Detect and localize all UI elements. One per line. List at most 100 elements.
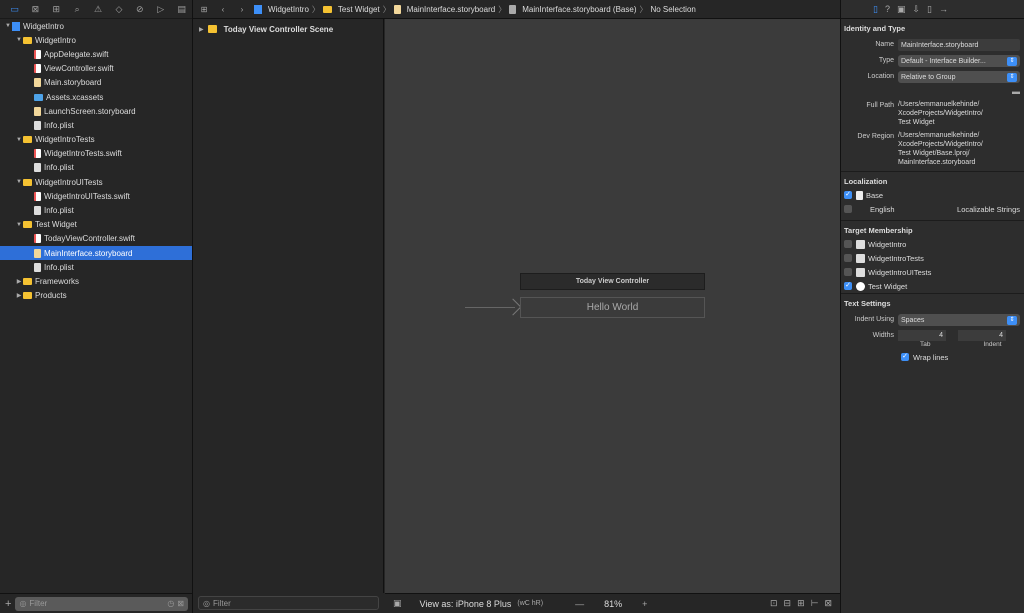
file-tree-item[interactable]: ViewController.swift — [0, 62, 192, 76]
breadcrumb-separator: 〉 — [498, 4, 507, 14]
test-icon[interactable]: ◇ — [108, 0, 129, 19]
swift-file-icon — [34, 49, 41, 59]
add-icon[interactable]: + — [5, 598, 11, 610]
view-as-label[interactable]: View as: iPhone 8 Plus — [420, 599, 512, 609]
file-tree-item[interactable]: ▼ WidgetIntroUITests — [0, 175, 192, 189]
location-popup[interactable]: Relative to Group ⇕ — [898, 71, 1020, 83]
align-icon[interactable]: ⊞ — [797, 598, 805, 609]
file-tree-item[interactable]: ▼ WidgetIntroTests — [0, 133, 192, 147]
forward-icon[interactable]: › — [235, 5, 249, 14]
wrap-lines-checkbox[interactable]: ✓ — [901, 353, 909, 361]
zoom-in-button[interactable]: + — [642, 599, 647, 609]
chevron-updown-icon: ⇕ — [1007, 315, 1017, 325]
recent-icon[interactable]: ◷ — [167, 599, 174, 608]
target-label: Test Widget — [868, 281, 908, 291]
scene-row[interactable]: ▶ Today View Controller Scene — [193, 19, 383, 39]
english-checkbox[interactable] — [844, 205, 852, 213]
indent-popup[interactable]: Spaces ⇕ — [898, 314, 1020, 326]
file-tree-item[interactable]: MainInterface.storyboard — [0, 246, 192, 261]
document-outline: ▶ Today View Controller Scene — [193, 19, 384, 593]
file-tree-item-label: Info.plist — [44, 206, 74, 216]
indent-caption: Indent — [983, 341, 1002, 348]
file-tree-item[interactable]: Info.plist — [0, 161, 192, 175]
disclosure-triangle-icon[interactable]: ▼ — [4, 23, 12, 29]
view-controller-title[interactable]: Today View Controller — [520, 273, 705, 290]
size-icon[interactable]: ▯ — [927, 4, 932, 15]
connections-icon[interactable]: → — [939, 4, 948, 14]
breadcrumb-file[interactable]: MainInterface.storyboard — [407, 5, 496, 14]
issue-icon[interactable]: ⚠ — [88, 0, 109, 19]
file-tree-item[interactable]: ▼ WidgetIntro — [0, 33, 192, 47]
storyboard-canvas[interactable]: Today View Controller Hello World — [385, 19, 840, 593]
debug-icon[interactable]: ⊘ — [129, 0, 150, 19]
attributes-icon[interactable]: ⇩ — [912, 4, 920, 15]
base-checkbox[interactable]: ✓ — [844, 191, 852, 199]
breadcrumb-localization[interactable]: MainInterface.storyboard (Base) — [522, 5, 636, 14]
target-checkbox[interactable]: ✓ — [844, 282, 852, 290]
disclosure-triangle-icon[interactable]: ▶ — [15, 278, 23, 285]
scm-filter-icon[interactable]: ⊠ — [177, 599, 184, 608]
loc-english-popup[interactable]: Localizable Strings — [957, 205, 1024, 214]
disclosure-triangle-icon[interactable]: ▼ — [15, 37, 23, 43]
disclosure-triangle-icon[interactable]: ▶ — [199, 26, 204, 33]
location-value: Relative to Group — [901, 73, 956, 81]
breakpoint-icon[interactable]: ▷ — [150, 0, 171, 19]
navigator-filter-input[interactable]: ◎ Filter ◷ ⊠ — [15, 596, 188, 611]
file-inspector-icon[interactable]: ▯ — [873, 4, 878, 15]
plist-file-icon — [34, 163, 41, 173]
folder-icon[interactable]: ▭ — [4, 0, 25, 19]
disclosure-triangle-icon[interactable]: ▶ — [15, 292, 23, 299]
target-checkbox[interactable] — [844, 268, 852, 276]
source-control-icon[interactable]: ⊠ — [25, 0, 46, 19]
file-tree-item[interactable]: ▼ Test Widget — [0, 218, 192, 232]
related-items-icon[interactable]: ⊞ — [197, 5, 211, 14]
file-tree-item[interactable]: ▼ WidgetIntro — [0, 19, 192, 33]
file-tree-item[interactable]: AppDelegate.swift — [0, 47, 192, 61]
file-tree-item[interactable]: ▶ Products — [0, 289, 192, 303]
file-tree-item[interactable]: WidgetIntroUITests.swift — [0, 189, 192, 203]
type-popup[interactable]: Default - Interface Builder... ⇕ — [898, 55, 1020, 67]
file-tree-item[interactable]: LaunchScreen.storyboard — [0, 104, 192, 118]
embed-icon[interactable]: ⊟ — [784, 598, 792, 609]
update-frames-icon[interactable]: ⊡ — [770, 598, 778, 609]
target-membership-row: WidgetIntroTests — [841, 251, 1024, 265]
name-field[interactable]: MainInterface.storyboard — [898, 39, 1020, 51]
file-tree-item[interactable]: Info.plist — [0, 260, 192, 274]
back-icon[interactable]: ‹ — [216, 5, 230, 14]
hello-world-label[interactable]: Hello World — [520, 297, 705, 318]
target-membership-row: WidgetIntro — [841, 237, 1024, 251]
symbol-icon[interactable]: ⊞ — [46, 0, 67, 19]
target-icon — [856, 253, 865, 263]
disclosure-triangle-icon[interactable]: ▼ — [15, 137, 23, 143]
zoom-out-button[interactable]: — — [575, 599, 584, 609]
wrap-lines-row: ✓ Wrap lines — [841, 350, 1024, 364]
toggle-outline-icon[interactable]: ▣ — [393, 598, 402, 609]
disclosure-triangle-icon[interactable]: ▼ — [15, 179, 23, 185]
help-icon[interactable]: ? — [885, 4, 890, 14]
file-tree-item-label: MainInterface.storyboard — [44, 248, 133, 258]
indent-width-field[interactable]: 4 — [958, 330, 1006, 341]
disclosure-triangle-icon[interactable]: ▼ — [15, 222, 23, 228]
search-icon[interactable]: ⌕ — [67, 0, 88, 19]
outline-filter-input[interactable]: ◎ Filter — [198, 596, 379, 610]
pin-icon[interactable]: ⊢ — [811, 598, 819, 609]
identity-icon[interactable]: ▣ — [897, 4, 906, 15]
file-tree-item[interactable]: Main.storyboard — [0, 76, 192, 90]
report-icon[interactable]: ▤ — [171, 0, 192, 19]
tab-width-field[interactable]: 4 — [898, 330, 946, 341]
inspector-tab-bar: ▯ ? ▣ ⇩ ▯ → — [841, 0, 1024, 19]
choose-folder-icon[interactable]: ▬ — [841, 87, 1024, 96]
file-tree-item[interactable]: Assets.xcassets — [0, 90, 192, 104]
file-tree-item[interactable]: Info.plist — [0, 118, 192, 132]
breadcrumb-project[interactable]: WidgetIntro — [268, 5, 309, 14]
file-tree-item[interactable]: TodayViewController.swift — [0, 232, 192, 246]
target-checkbox[interactable] — [844, 240, 852, 248]
file-tree-item[interactable]: Info.plist — [0, 203, 192, 217]
file-tree-item[interactable]: ▶ Frameworks — [0, 274, 192, 288]
breadcrumb-selection[interactable]: No Selection — [650, 5, 695, 14]
resolve-icon[interactable]: ⊠ — [824, 598, 832, 609]
breadcrumb-folder[interactable]: Test Widget — [338, 5, 380, 14]
file-tree-item[interactable]: WidgetIntroTests.swift — [0, 147, 192, 161]
target-membership-row: WidgetIntroUITests — [841, 265, 1024, 279]
target-checkbox[interactable] — [844, 254, 852, 262]
